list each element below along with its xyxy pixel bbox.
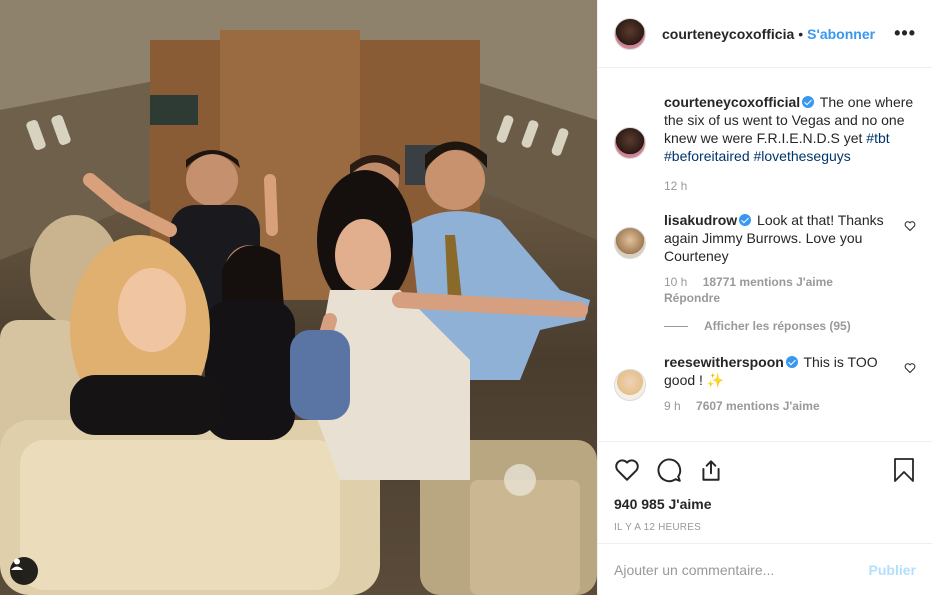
comment-likes[interactable]: 18771 mentions J'aime [703,275,833,289]
post-sidebar: courteneycoxofficia • S'abonner ••• cour… [597,0,932,595]
comment-avatar[interactable] [614,369,646,401]
share-icon[interactable] [698,457,724,483]
author-avatar[interactable] [614,17,646,50]
view-replies-button[interactable]: Afficher les réponses (95) [664,319,916,333]
author-username[interactable]: courteneycoxofficia [662,26,794,42]
post-timestamp[interactable]: IL Y A 12 HEURES [614,522,916,533]
add-comment-form: Publier [598,543,932,595]
post-actions: 940 985 J'aime IL Y A 12 HEURES [598,441,932,533]
header-separator: • [798,25,804,42]
verified-badge-icon [785,356,798,368]
comment-time[interactable]: 9 h [664,399,681,413]
caption: courteneycoxofficial The one where the s… [614,93,916,193]
action-bar [614,454,916,486]
likes-count[interactable]: 940 985 J'aime [614,496,916,512]
post-comment-button[interactable]: Publier [869,562,916,578]
caption-time[interactable]: 12 h [664,179,687,193]
comment-meta: 10 h 18771 mentions J'aime Répondre [664,275,892,305]
comment-input[interactable] [614,561,869,578]
comment-like-heart-icon[interactable] [904,219,916,235]
user-tag-icon [11,558,23,570]
post-header: courteneycoxofficia • S'abonner ••• [598,0,932,68]
post-photo[interactable] [0,0,597,595]
comments-list[interactable]: courteneycoxofficial The one where the s… [598,69,932,441]
comment-body: reesewitherspoon This is TOO good ! ✨ 9 … [664,353,916,413]
comment-item: lisakudrow Look at that! Thanks again Ji… [614,211,916,305]
comment-time[interactable]: 10 h [664,275,687,289]
caption-body: courteneycoxofficial The one where the s… [664,93,916,193]
replies-divider [664,325,688,327]
comment-username[interactable]: lisakudrow [664,212,737,228]
comment-likes[interactable]: 7607 mentions J'aime [696,399,820,413]
bookmark-icon[interactable] [892,457,916,483]
heart-icon[interactable] [614,457,640,483]
comment-username[interactable]: reesewitherspoon [664,354,784,370]
follow-button[interactable]: S'abonner [807,26,875,42]
verified-badge-icon [739,214,752,226]
verified-badge-icon [802,96,815,108]
caption-meta: 12 h [664,179,916,193]
caption-avatar[interactable] [614,127,646,159]
more-options-icon[interactable]: ••• [894,23,916,44]
comment-icon[interactable] [656,457,682,483]
view-replies-label: Afficher les réponses (95) [704,319,851,333]
user-tag-button[interactable] [10,557,38,585]
comment-like-heart-icon[interactable] [904,361,916,377]
photo-artwork [0,0,597,595]
comment-item: reesewitherspoon This is TOO good ! ✨ 9 … [614,353,916,413]
comment-meta: 9 h 7607 mentions J'aime [664,399,892,413]
caption-username[interactable]: courteneycoxofficial [664,94,800,110]
comment-avatar[interactable] [614,227,646,259]
reply-button[interactable]: Répondre [664,291,892,305]
comment-body: lisakudrow Look at that! Thanks again Ji… [664,211,916,305]
